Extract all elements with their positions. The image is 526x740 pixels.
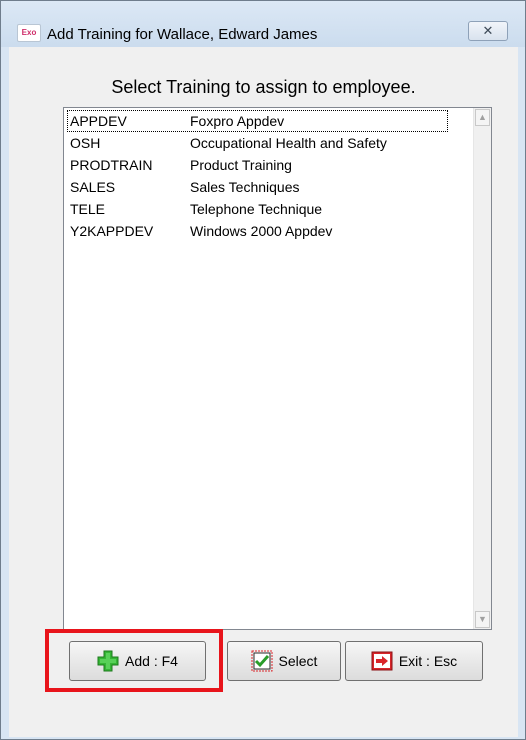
training-code: PRODTRAIN [70, 157, 153, 173]
select-button[interactable]: Select [227, 641, 341, 681]
chevron-down-icon: ▼ [478, 614, 487, 624]
exit-button[interactable]: Exit : Esc [345, 641, 483, 681]
list-item[interactable]: Y2KAPPDEV Windows 2000 Appdev [67, 220, 448, 242]
green-check-icon [251, 650, 273, 672]
chevron-up-icon: ▲ [478, 112, 487, 122]
training-description: Windows 2000 Appdev [190, 223, 333, 239]
training-code: TELE [70, 201, 106, 217]
highlight-box [45, 629, 223, 692]
dialog-body: Select Training to assign to employee. A… [9, 47, 518, 737]
close-button[interactable]: ✕ [468, 21, 508, 41]
training-code: APPDEV [70, 113, 127, 129]
training-code: SALES [70, 179, 116, 195]
list-item[interactable]: SALES Sales Techniques [67, 176, 448, 198]
training-code: Y2KAPPDEV [70, 223, 154, 239]
list-item[interactable]: TELE Telephone Technique [67, 198, 448, 220]
scroll-down-button[interactable]: ▼ [475, 611, 490, 628]
title-bar[interactable]: Exo Add Training for Wallace, Edward Jam… [1, 1, 525, 47]
scroll-up-button[interactable]: ▲ [475, 109, 490, 126]
instruction-text: Select Training to assign to employee. [111, 77, 416, 97]
exo-app-icon: Exo [17, 24, 41, 42]
list-item[interactable]: APPDEV Foxpro Appdev [67, 110, 448, 132]
close-icon: ✕ [482, 23, 494, 38]
dialog-window: Exo Add Training for Wallace, Edward Jam… [0, 0, 526, 740]
list-item[interactable]: OSH Occupational Health and Safety [67, 132, 448, 154]
training-description: Sales Techniques [190, 179, 300, 195]
window-title: Add Training for Wallace, Edward James [47, 26, 318, 43]
exit-button-label: Exit : Esc [398, 653, 458, 669]
list-item[interactable]: PRODTRAIN Product Training [67, 154, 448, 176]
training-listbox[interactable]: APPDEV Foxpro Appdev OSH Occupational He… [63, 107, 492, 630]
training-description: Occupational Health and Safety [190, 135, 387, 151]
training-description: Product Training [190, 157, 292, 173]
training-description: Telephone Technique [190, 201, 323, 217]
training-description: Foxpro Appdev [190, 113, 285, 129]
vertical-scrollbar[interactable]: ▲ ▼ [473, 108, 491, 629]
red-exit-arrow-icon [371, 651, 393, 671]
training-code: OSH [70, 135, 101, 151]
select-button-label: Select [278, 653, 318, 669]
